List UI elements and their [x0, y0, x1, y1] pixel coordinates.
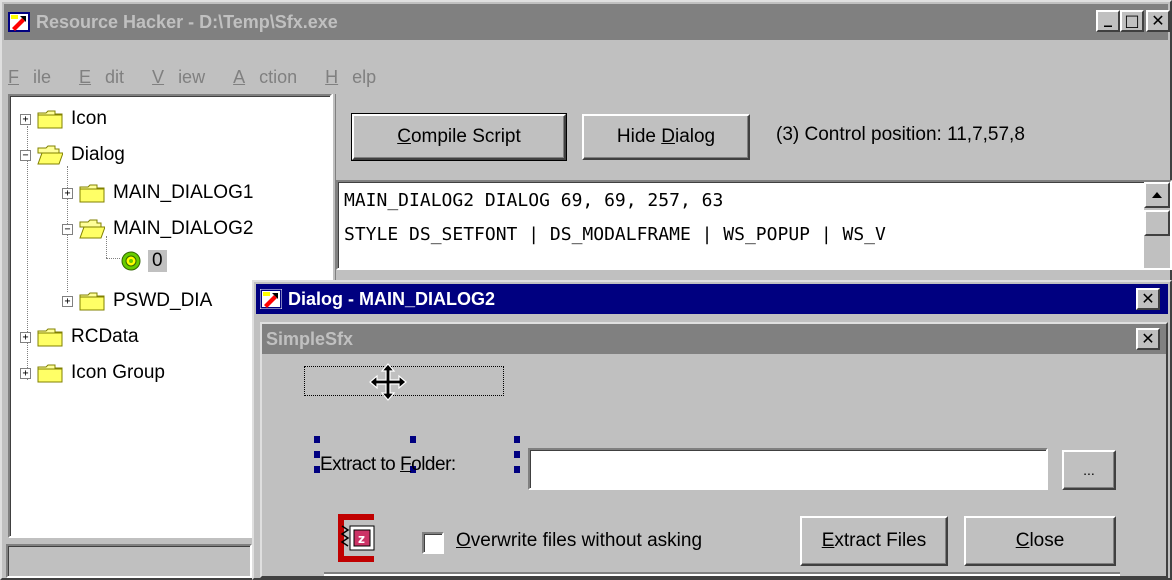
- tree-item-language-0[interactable]: 0: [120, 246, 167, 276]
- overwrite-checkbox-label[interactable]: Overwrite files without asking: [456, 530, 702, 552]
- bottom-separator: [324, 572, 1120, 576]
- resize-handle[interactable]: [514, 451, 520, 458]
- collapse-icon[interactable]: −: [62, 223, 73, 235]
- tree-item-icon[interactable]: + Icon: [20, 104, 107, 134]
- maximize-button[interactable]: □: [1120, 10, 1144, 32]
- expand-icon[interactable]: +: [20, 331, 31, 343]
- tree-item-icon-group[interactable]: + Icon Group: [20, 358, 165, 388]
- close-dialog-button[interactable]: Close: [964, 516, 1116, 566]
- menu-file[interactable]: File: [8, 67, 65, 88]
- tree-item-label: PSWD_DIA: [113, 290, 213, 311]
- control-position-status: (3) Control position: 11,7,57,8: [776, 124, 1025, 145]
- simplesfx-title: SimpleSfx: [266, 328, 354, 349]
- tree-item-pswd-dialog[interactable]: + PSWD_DIA: [62, 286, 212, 316]
- move-cursor-icon: [369, 363, 407, 401]
- folder-closed-icon: [79, 292, 105, 311]
- tree-item-main-dialog2[interactable]: − MAIN_DIALOG2: [62, 214, 253, 244]
- scroll-thumb[interactable]: [1144, 210, 1170, 236]
- tree-item-label: RCData: [71, 326, 139, 347]
- extract-files-button[interactable]: Extract Files: [800, 516, 948, 566]
- menu-bar: File Edit View Action Help: [8, 64, 404, 90]
- tree-connector: [106, 258, 120, 259]
- hide-dialog-button[interactable]: Hide Dialog: [582, 114, 750, 160]
- simplesfx-titlebar[interactable]: SimpleSfx: [262, 324, 1166, 354]
- extract-folder-input[interactable]: [528, 448, 1048, 490]
- expand-icon[interactable]: +: [20, 367, 31, 379]
- tree-item-main-dialog1[interactable]: + MAIN_DIALOG1: [62, 178, 253, 208]
- resource-hacker-app-icon: [260, 289, 282, 309]
- status-bar: [6, 544, 252, 578]
- collapse-icon[interactable]: −: [20, 149, 31, 161]
- tree-item-label: Icon Group: [71, 362, 165, 383]
- archive-clamp-icon: z: [338, 514, 375, 562]
- resize-handle[interactable]: [314, 436, 320, 443]
- close-button[interactable]: ✕: [1146, 10, 1170, 32]
- tree-item-label: Icon: [71, 108, 107, 129]
- scroll-up-button[interactable]: [1144, 182, 1170, 208]
- expand-icon[interactable]: +: [62, 295, 73, 307]
- dialog-titlebar[interactable]: Dialog - MAIN_DIALOG2: [256, 284, 1168, 314]
- arrow-up-icon: [1152, 192, 1162, 198]
- simplesfx-close-button[interactable]: ✕: [1136, 328, 1160, 350]
- folder-closed-icon: [37, 110, 63, 129]
- folder-open-icon: [37, 145, 63, 165]
- dialog-window-title: Dialog - MAIN_DIALOG2: [288, 288, 496, 309]
- overwrite-checkbox[interactable]: [422, 532, 444, 554]
- menu-edit[interactable]: Edit: [79, 67, 138, 88]
- tree-item-label: 0: [148, 250, 167, 272]
- menu-action[interactable]: Action: [233, 67, 311, 88]
- tree-item-rcdata[interactable]: + RCData: [20, 322, 139, 352]
- resize-handle[interactable]: [514, 436, 520, 443]
- tree-item-dialog[interactable]: − Dialog: [20, 140, 125, 170]
- simplesfx-dialog: SimpleSfx ✕ Extract to Folder: ... z Ove…: [260, 322, 1168, 578]
- minimize-button[interactable]: _: [1096, 10, 1120, 32]
- tree-item-label: MAIN_DIALOG2: [113, 218, 254, 239]
- main-titlebar[interactable]: Resource Hacker - D:\Temp\Sfx.exe: [4, 4, 1168, 40]
- compile-script-button[interactable]: Compile Script: [351, 113, 567, 161]
- resize-handle[interactable]: [514, 466, 520, 473]
- main-window-title: Resource Hacker - D:\Temp\Sfx.exe: [36, 11, 338, 32]
- menu-help[interactable]: Help: [325, 67, 390, 88]
- resize-handle[interactable]: [410, 436, 416, 443]
- expand-icon[interactable]: +: [62, 187, 73, 199]
- resource-hacker-app-icon: [8, 12, 30, 32]
- tree-item-label: Dialog: [71, 144, 125, 165]
- code-line: MAIN_DIALOG2 DIALOG 69, 69, 257, 63: [344, 190, 724, 211]
- tree-item-label: MAIN_DIALOG1: [113, 182, 254, 203]
- editor-scrollbar[interactable]: [1144, 182, 1170, 268]
- dialog-close-button[interactable]: ✕: [1136, 288, 1160, 310]
- folder-closed-icon: [37, 364, 63, 383]
- dialog-preview-window: Dialog - MAIN_DIALOG2 ✕ SimpleSfx ✕ Extr…: [252, 280, 1172, 580]
- browse-button[interactable]: ...: [1062, 450, 1116, 490]
- script-editor[interactable]: MAIN_DIALOG2 DIALOG 69, 69, 257, 63 STYL…: [336, 180, 1172, 270]
- code-line: STYLE DS_SETFONT | DS_MODALFRAME | WS_PO…: [344, 224, 886, 245]
- folder-closed-icon: [79, 184, 105, 203]
- gear-icon: [121, 251, 141, 271]
- expand-icon[interactable]: +: [20, 113, 31, 125]
- extract-folder-label[interactable]: Extract to Folder:: [320, 454, 456, 476]
- menu-view[interactable]: View: [152, 67, 219, 88]
- svg-text:z: z: [358, 532, 365, 546]
- folder-open-icon: [79, 219, 105, 239]
- folder-closed-icon: [37, 328, 63, 347]
